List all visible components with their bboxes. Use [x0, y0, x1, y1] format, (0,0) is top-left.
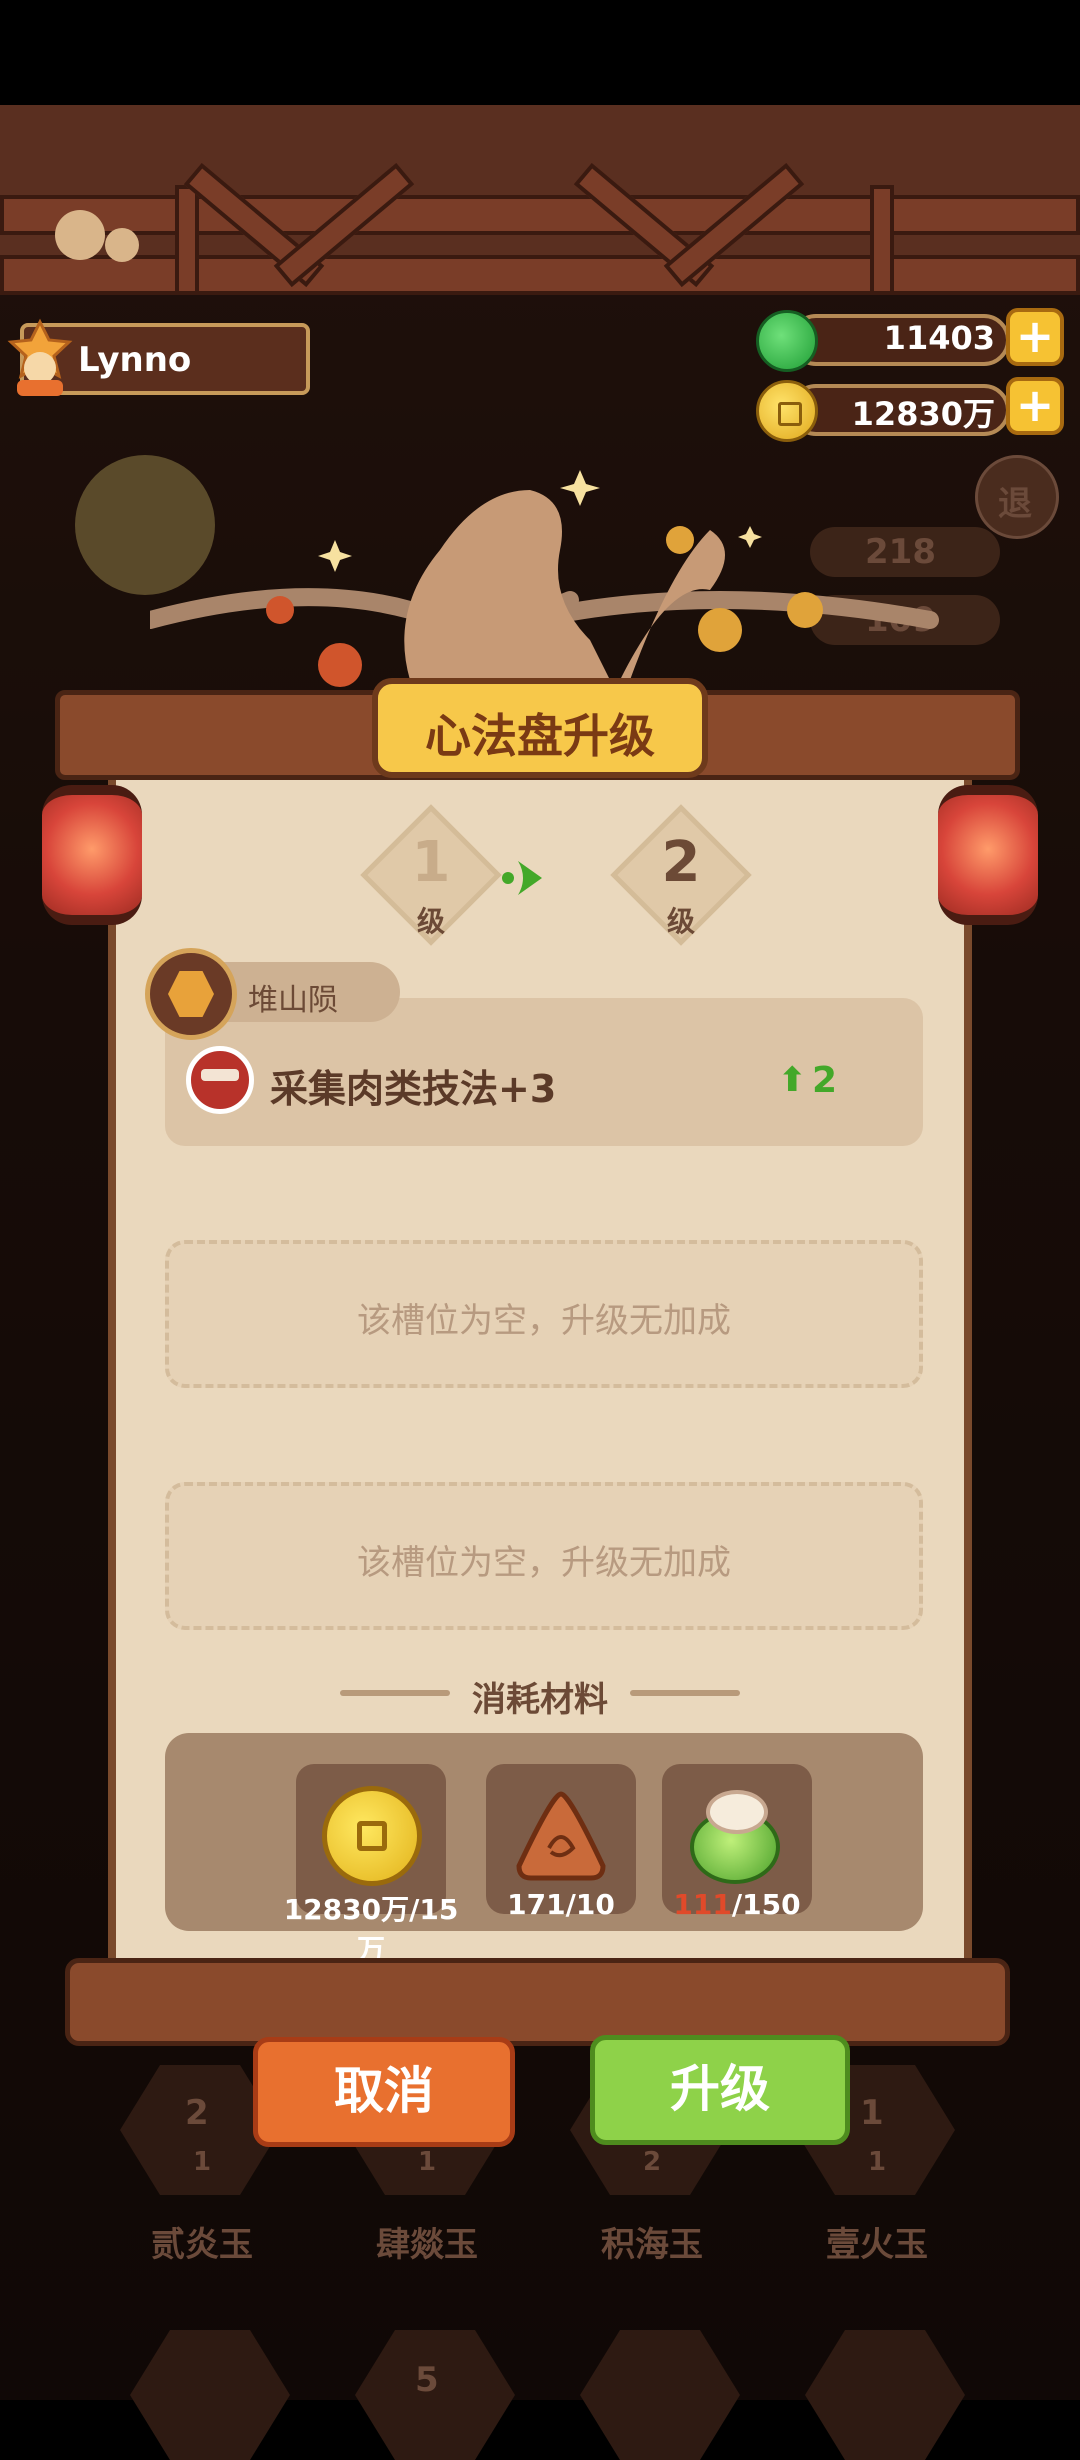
player-avatar-icon — [5, 318, 75, 398]
level-from-unit: 级 — [416, 905, 445, 938]
rice-dumpling-icon — [516, 1791, 606, 1881]
divider-right — [630, 1690, 740, 1696]
jade-amount: 11403 — [883, 319, 995, 357]
material-count-dumpling: 171/10 — [507, 1888, 615, 1921]
jade-slot-name: 肆燚玉 — [376, 2225, 478, 2265]
level-up-arrow-icon: ⬆ — [778, 1060, 807, 1100]
cancel-button[interactable]: 取消 — [253, 2037, 515, 2147]
exit-label: 退 — [998, 484, 1032, 524]
dialog-title: 心法盘升级 — [425, 709, 655, 763]
jade-slot-level: 1 — [860, 2093, 884, 2133]
jade-slot-count: 1 — [868, 2147, 887, 2177]
empty-slot-text: 该槽位为空，升级无加成 — [357, 1301, 731, 1341]
skill-name: 采集肉类技法+3 — [270, 1067, 557, 1111]
jade-name: 堆山陨 — [248, 983, 338, 1018]
player-name: Lynno — [78, 340, 192, 380]
material-count-jade-pearl: 111/150 — [673, 1888, 801, 1921]
jade-slot-count: 1 — [418, 2147, 437, 2177]
jade-slot — [805, 2330, 965, 2460]
scroll-bottom-rod — [65, 1958, 1010, 2046]
level-to: 2 — [661, 830, 701, 895]
upgrade-button[interactable]: 升级 — [590, 2035, 850, 2145]
jade-gem-icon — [145, 948, 237, 1040]
jade-slot-count: 1 — [193, 2147, 212, 2177]
wooden-rafters — [0, 105, 1080, 295]
empty-slot-text: 该槽位为空，升级无加成 — [357, 1543, 731, 1583]
material-count-coin: 12830万/15万 — [283, 1893, 459, 1966]
jade-slot-name: 贰炎玉 — [151, 2225, 253, 2265]
materials-title: 消耗材料 — [472, 1680, 608, 1720]
arrow-right-icon — [502, 861, 542, 895]
coin-icon — [322, 1786, 422, 1886]
skill-level: 2 — [812, 1060, 838, 1101]
jade-pearl-icon — [690, 1790, 786, 1886]
jade-slot-name: 壹火玉 — [826, 2225, 928, 2265]
add-coins-button[interactable]: + — [1006, 377, 1064, 435]
left-lantern-icon — [42, 785, 142, 925]
level-from: 1 — [411, 830, 451, 895]
add-jade-button[interactable]: + — [1006, 308, 1064, 366]
chicks-decoration — [55, 210, 145, 270]
jade-slot-count: 2 — [643, 2147, 662, 2177]
meat-icon — [186, 1046, 254, 1114]
right-lantern-icon — [938, 785, 1038, 925]
exit-button: 退 — [975, 455, 1059, 539]
jade-slot-level: 5 — [415, 2360, 439, 2400]
coin-amount: 12830万 — [851, 395, 995, 433]
jade-slot — [130, 2330, 290, 2460]
jade-slot-level: 2 — [185, 2093, 209, 2133]
level-to-unit: 级 — [666, 905, 695, 938]
dragon-decoration-icon — [150, 470, 939, 687]
jade-slot-name: 积海玉 — [601, 2225, 703, 2265]
jade-slot — [580, 2330, 740, 2460]
